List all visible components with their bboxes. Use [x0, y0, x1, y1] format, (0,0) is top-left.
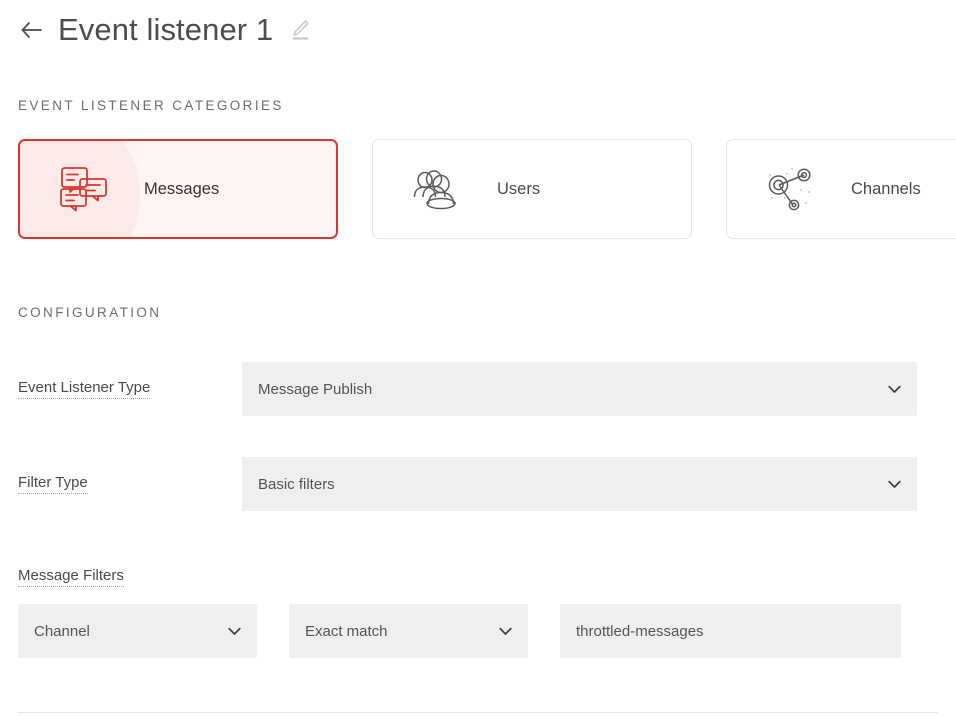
message-filters-block: Message Filters Channel Exact match: [0, 567, 956, 658]
select-value: Exact match: [305, 623, 488, 640]
speech-bubbles-icon: [46, 159, 122, 219]
category-card-messages[interactable]: Messages: [18, 139, 338, 239]
select-value: Message Publish: [258, 381, 877, 398]
event-listener-type-select[interactable]: Message Publish: [242, 362, 917, 416]
select-value: Channel: [34, 623, 217, 640]
chevron-down-icon: [227, 624, 241, 638]
pencil-edit-icon[interactable]: [289, 18, 311, 42]
label-text: Filter Type: [18, 474, 88, 494]
field-label-event-listener-type: Event Listener Type: [18, 379, 242, 399]
users-group-icon: [399, 159, 475, 219]
page-header: Event listener 1: [0, 0, 956, 52]
category-card-label: Users: [497, 180, 540, 199]
categories-section-title: EVENT LISTENER CATEGORIES: [18, 98, 956, 113]
back-arrow-icon[interactable]: [18, 17, 44, 43]
category-card-label: Messages: [144, 180, 219, 199]
filter-operator-select[interactable]: Exact match: [289, 604, 528, 658]
chevron-down-icon: [887, 382, 901, 396]
filter-type-select[interactable]: Basic filters: [242, 457, 917, 511]
configuration-section-title: CONFIGURATION: [18, 305, 956, 320]
network-nodes-icon: [753, 159, 829, 219]
label-text: Message Filters: [18, 567, 124, 587]
message-filters-row: Channel Exact match: [18, 604, 956, 658]
message-filters-label: Message Filters: [18, 567, 124, 587]
form-row-event-listener-type: Event Listener Type Message Publish: [0, 362, 956, 416]
bottom-divider: [18, 712, 938, 713]
configuration-section: CONFIGURATION Event Listener Type Messag…: [0, 305, 956, 658]
filter-field-select[interactable]: Channel: [18, 604, 257, 658]
chevron-down-icon: [887, 477, 901, 491]
category-card-channels[interactable]: Channels: [726, 139, 956, 239]
label-text: Event Listener Type: [18, 379, 150, 399]
select-value: Basic filters: [258, 476, 877, 493]
field-label-filter-type: Filter Type: [18, 474, 242, 494]
chevron-down-icon: [498, 624, 512, 638]
form-row-filter-type: Filter Type Basic filters: [0, 457, 956, 511]
page-title: Event listener 1: [58, 12, 273, 48]
category-cards-row: Messages Users: [0, 139, 956, 239]
filter-value-input[interactable]: [560, 604, 901, 658]
category-card-label: Channels: [851, 180, 921, 199]
category-card-users[interactable]: Users: [372, 139, 692, 239]
